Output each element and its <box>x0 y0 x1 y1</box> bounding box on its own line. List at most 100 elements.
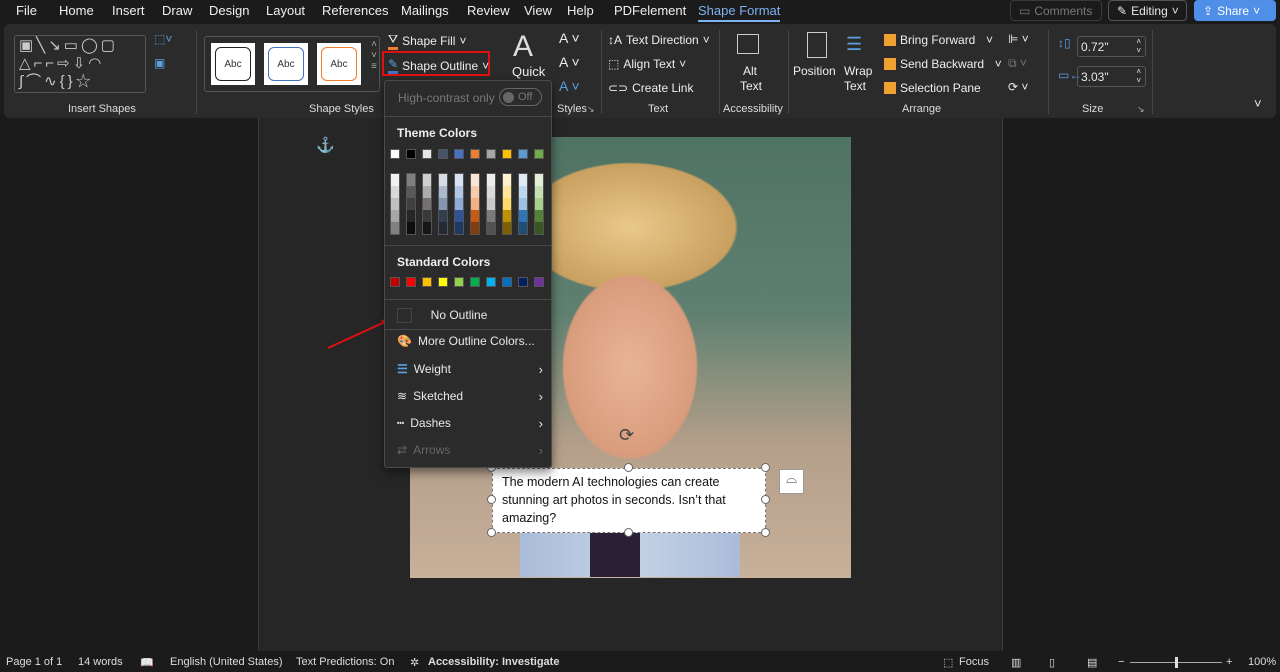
theme-shade-column[interactable] <box>486 173 496 235</box>
tab-pdfelement[interactable]: PDFelement <box>614 3 686 18</box>
theme-shade-swatch[interactable] <box>407 186 415 198</box>
theme-shade-swatch[interactable] <box>455 198 463 210</box>
theme-shade-column[interactable] <box>390 173 400 235</box>
theme-color-swatch[interactable] <box>470 149 480 159</box>
standard-color-swatch[interactable] <box>518 277 528 287</box>
tab-references[interactable]: References <box>322 3 388 18</box>
align-button[interactable]: ⊫ ˅ <box>1008 32 1029 46</box>
comments-button[interactable]: ▭ Comments <box>1010 0 1102 21</box>
theme-shade-swatch[interactable] <box>439 186 447 198</box>
theme-shade-swatch[interactable] <box>535 222 543 234</box>
send-backward-button[interactable]: Send Backward ˅ <box>884 57 1002 71</box>
edit-shape-button[interactable]: ⬚˅ <box>154 32 172 46</box>
theme-shade-swatch[interactable] <box>535 198 543 210</box>
resize-handle[interactable] <box>761 495 770 504</box>
draw-text-box-button[interactable]: ▣ <box>154 56 165 70</box>
theme-shade-swatch[interactable] <box>519 222 527 234</box>
tab-home[interactable]: Home <box>59 3 94 18</box>
theme-shade-swatch[interactable] <box>471 186 479 198</box>
tab-insert[interactable]: Insert <box>112 3 145 18</box>
shape-fill-button[interactable]: ⛛ Shape Fill ˅ <box>388 32 466 50</box>
theme-shade-column[interactable] <box>470 173 480 235</box>
tab-layout[interactable]: Layout <box>266 3 305 18</box>
theme-color-swatch[interactable] <box>454 149 464 159</box>
theme-color-swatch[interactable] <box>486 149 496 159</box>
theme-shade-column[interactable] <box>518 173 528 235</box>
shape-styles-gallery[interactable]: Abc Abc Abc ˄ ˅ ≡ <box>204 36 380 92</box>
theme-shade-swatch[interactable] <box>391 222 399 234</box>
style-swatch[interactable]: Abc <box>317 43 361 85</box>
position-button[interactable]: Position <box>793 64 836 78</box>
web-layout-icon[interactable]: ▤ <box>1087 656 1097 669</box>
theme-shade-swatch[interactable] <box>503 210 511 222</box>
theme-shade-column[interactable] <box>422 173 432 235</box>
page-count[interactable]: Page 1 of 1 <box>6 656 62 668</box>
theme-color-swatch[interactable] <box>406 149 416 159</box>
theme-shade-swatch[interactable] <box>503 198 511 210</box>
theme-shade-swatch[interactable] <box>439 174 447 186</box>
standard-color-swatch[interactable] <box>422 277 432 287</box>
selection-pane-button[interactable]: Selection Pane <box>884 81 981 95</box>
theme-shade-swatch[interactable] <box>391 174 399 186</box>
gallery-scroll-icon[interactable]: ˄ ˅ ≡ <box>371 39 377 72</box>
theme-color-swatch[interactable] <box>422 149 432 159</box>
group-button[interactable]: ⧉ ˅ <box>1008 56 1027 71</box>
standard-color-swatch[interactable] <box>454 277 464 287</box>
text-box-content[interactable]: The modern AI technologies can create st… <box>502 475 726 525</box>
share-button[interactable]: ⇪ Share ˅ <box>1194 0 1276 21</box>
theme-shade-swatch[interactable] <box>535 186 543 198</box>
tab-mailings[interactable]: Mailings <box>401 3 449 18</box>
theme-color-swatch[interactable] <box>390 149 400 159</box>
theme-shade-swatch[interactable] <box>471 210 479 222</box>
text-fill-button[interactable]: A ˅ <box>559 30 580 46</box>
proofing-icon[interactable]: 📖 <box>140 656 154 669</box>
shapes-gallery[interactable]: ▣╲↘▭◯▢ △⌐⌐⇨⇩◠ ∫⌒∿{}☆ <box>14 35 146 93</box>
theme-shade-swatch[interactable] <box>455 210 463 222</box>
print-layout-icon[interactable]: ▯ <box>1049 656 1055 669</box>
shape-height-input[interactable]: 0.72" ˄ ˅ <box>1077 36 1146 57</box>
theme-shade-swatch[interactable] <box>471 222 479 234</box>
style-swatch[interactable]: Abc <box>211 43 255 85</box>
theme-shade-swatch[interactable] <box>471 198 479 210</box>
spinner-icon[interactable]: ˄ ˅ <box>1136 67 1141 85</box>
editing-button[interactable]: ✎ Editing ˅ <box>1108 0 1187 21</box>
tab-shape-format[interactable]: Shape Format <box>698 3 781 22</box>
collapse-ribbon-icon[interactable]: ˅ <box>1254 96 1262 111</box>
dashes-item[interactable]: ┅ Dashes › <box>385 411 551 435</box>
align-text-button[interactable]: ⬚ Align Text ˅ <box>608 57 686 71</box>
theme-shade-swatch[interactable] <box>455 174 463 186</box>
theme-shade-swatch[interactable] <box>519 186 527 198</box>
theme-shade-swatch[interactable] <box>519 210 527 222</box>
high-contrast-toggle[interactable]: Off <box>499 88 542 106</box>
alt-text-button[interactable]: Alt <box>743 64 757 78</box>
theme-shade-swatch[interactable] <box>455 222 463 234</box>
theme-shade-swatch[interactable] <box>423 222 431 234</box>
theme-shade-swatch[interactable] <box>407 174 415 186</box>
theme-shade-swatch[interactable] <box>423 174 431 186</box>
resize-handle[interactable] <box>487 495 496 504</box>
theme-shade-swatch[interactable] <box>423 198 431 210</box>
theme-color-swatch[interactable] <box>438 149 448 159</box>
theme-shade-swatch[interactable] <box>391 186 399 198</box>
theme-color-swatch[interactable] <box>518 149 528 159</box>
theme-shade-column[interactable] <box>406 173 416 235</box>
theme-shade-swatch[interactable] <box>519 174 527 186</box>
zoom-level[interactable]: 100% <box>1248 656 1276 668</box>
quick-styles-button[interactable]: Quick <box>512 64 545 79</box>
zoom-in-icon[interactable]: + <box>1226 656 1232 668</box>
text-predictions[interactable]: Text Predictions: On <box>296 656 394 668</box>
theme-shade-swatch[interactable] <box>487 210 495 222</box>
theme-shade-swatch[interactable] <box>503 174 511 186</box>
theme-shade-column[interactable] <box>534 173 544 235</box>
theme-shade-swatch[interactable] <box>439 210 447 222</box>
theme-shade-swatch[interactable] <box>439 198 447 210</box>
spinner-icon[interactable]: ˄ ˅ <box>1136 37 1141 55</box>
theme-shade-swatch[interactable] <box>487 174 495 186</box>
bring-forward-button[interactable]: Bring Forward ˅ <box>884 33 993 47</box>
text-direction-button[interactable]: ↕A Text Direction ˅ <box>608 33 710 47</box>
tab-draw[interactable]: Draw <box>162 3 192 18</box>
tab-file[interactable]: File <box>16 3 37 18</box>
tab-review[interactable]: Review <box>467 3 510 18</box>
create-link-button[interactable]: ⊂⊃ Create Link <box>608 81 693 95</box>
theme-shade-swatch[interactable] <box>487 198 495 210</box>
